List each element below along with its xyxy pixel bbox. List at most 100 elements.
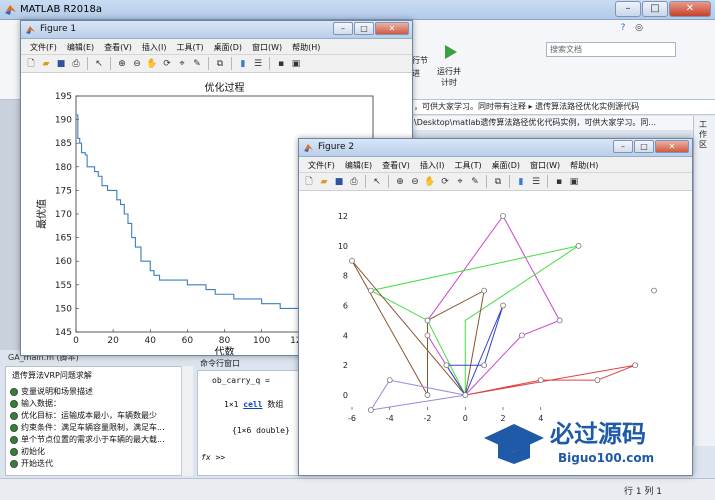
cmd-line-3: {1×6 double} (232, 426, 290, 435)
pan-icon[interactable]: ✋ (146, 58, 158, 70)
help-icon[interactable]: ? (617, 22, 629, 34)
brush-icon[interactable]: ✎ (191, 58, 203, 70)
list-item[interactable]: 输入数据： (6, 398, 192, 410)
hide-tools-icon[interactable]: ▪ (275, 58, 287, 70)
menu-view[interactable]: 查看(V) (99, 39, 137, 54)
pointer-icon[interactable]: ↖ (371, 176, 383, 188)
figure-1-menubar: 文件(F) 编辑(E) 查看(V) 插入(I) 工具(T) 桌面(D) 窗口(W… (21, 39, 412, 55)
menu-view[interactable]: 查看(V) (377, 157, 415, 172)
menu-window[interactable]: 窗口(W) (525, 157, 565, 172)
menu-edit[interactable]: 编辑(E) (62, 39, 99, 54)
details-panel: 遗传算法VRP问题求解 变量说明和场景描述 输入数据： 优化目标：运输成本最小，… (5, 366, 193, 476)
rotate-icon[interactable]: ⟳ (161, 58, 173, 70)
brush-icon[interactable]: ✎ (469, 176, 481, 188)
pointer-icon[interactable]: ↖ (93, 58, 105, 70)
cell-link[interactable]: cell (243, 400, 262, 409)
hide-tools-icon[interactable]: ▪ (553, 176, 565, 188)
run-and-time-icon[interactable] (440, 42, 460, 62)
command-window-header: 命令行窗口 (200, 359, 240, 368)
menu-tools[interactable]: 工具(T) (171, 39, 208, 54)
show-tools-icon[interactable]: ▣ (290, 58, 302, 70)
show-tools-icon[interactable]: ▣ (568, 176, 580, 188)
colorbar-icon[interactable]: ▮ (237, 58, 249, 70)
save-icon[interactable]: ■ (55, 58, 67, 70)
menu-file[interactable]: 文件(F) (25, 39, 62, 54)
node-point (462, 392, 469, 398)
watermark-title: 必过源码 (550, 420, 646, 448)
list-item[interactable]: 变量说明和场景描述 (6, 386, 192, 398)
search-docs-input[interactable]: 搜索文档 (546, 42, 676, 57)
legend-icon[interactable]: ☰ (530, 176, 542, 188)
print-icon[interactable]: ⎙ (70, 58, 82, 70)
figure-2-title-bar[interactable]: Figure 2 – □ ✕ (299, 139, 692, 157)
link-plot-icon[interactable]: ⧉ (492, 176, 504, 188)
fig2-maximize-button[interactable]: □ (634, 140, 654, 153)
current-folder-path[interactable]: \Desktop\matlab遗传算法路径优化代码实例，可供大家学习。同... (410, 116, 710, 130)
y-tick-label: 155 (55, 281, 72, 291)
details-scrollbar[interactable] (181, 366, 193, 476)
fig1-minimize-button[interactable]: – (333, 22, 353, 35)
zoom-out-icon[interactable]: ⊖ (131, 58, 143, 70)
figure-1-title-bar[interactable]: Figure 1 – □ ✕ (21, 21, 412, 39)
run-time-label-2[interactable]: 计时 (441, 77, 457, 88)
pan-icon[interactable]: ✋ (424, 176, 436, 188)
zoom-out-icon[interactable]: ⊖ (409, 176, 421, 188)
menu-help[interactable]: 帮助(H) (565, 157, 603, 172)
save-icon[interactable]: ■ (333, 176, 345, 188)
community-icon[interactable]: ◎ (633, 22, 645, 34)
y-tick-label: 4 (343, 331, 348, 340)
menu-help[interactable]: 帮助(H) (287, 39, 325, 54)
cmd-line-1: ob_carry_q = (212, 376, 270, 385)
new-file-icon[interactable]: 🗋 (303, 176, 315, 188)
menu-insert[interactable]: 插入(I) (137, 39, 172, 54)
minimize-button[interactable]: – (615, 1, 641, 17)
list-item[interactable]: 初始化 (6, 446, 192, 458)
open-folder-icon[interactable]: ▰ (318, 176, 330, 188)
list-item[interactable]: 优化目标：运输成本最小，车辆数最少 (6, 410, 192, 422)
node-point (424, 332, 431, 339)
node-point (500, 213, 506, 219)
y-tick-label: 170 (55, 210, 72, 220)
list-item[interactable]: 约束条件：满足车辆容量限制，满足车... (6, 422, 192, 434)
open-folder-icon[interactable]: ▰ (40, 58, 52, 70)
legend-icon[interactable]: ☰ (252, 58, 264, 70)
rotate-icon[interactable]: ⟳ (439, 176, 451, 188)
menu-tools[interactable]: 工具(T) (449, 157, 486, 172)
ribbon-label-advance[interactable]: 进 (412, 68, 420, 79)
section-icon (10, 412, 18, 420)
menu-window[interactable]: 窗口(W) (247, 39, 287, 54)
fig2-close-button[interactable]: ✕ (655, 140, 689, 153)
x-tick-label: -6 (348, 414, 356, 423)
new-file-icon[interactable]: 🗋 (25, 58, 37, 70)
path-breadcrumb[interactable]: ，可供大家学习。同时带有注释 ▸ 遗传算法路径优化实例源代码 (410, 100, 715, 115)
menu-file[interactable]: 文件(F) (303, 157, 340, 172)
link-plot-icon[interactable]: ⧉ (214, 58, 226, 70)
run-time-label[interactable]: 运行并 (437, 66, 461, 77)
y-tick-label: 0 (343, 391, 348, 400)
menu-desktop[interactable]: 桌面(D) (487, 157, 525, 172)
close-button[interactable]: ✕ (669, 1, 711, 17)
fig2-minimize-button[interactable]: – (613, 140, 633, 153)
colorbar-icon[interactable]: ▮ (515, 176, 527, 188)
list-item[interactable]: 单个节点位置的需求小于车辆的最大载... (6, 434, 192, 446)
menu-insert[interactable]: 插入(I) (415, 157, 450, 172)
node-point (443, 362, 450, 369)
route-line-1 (427, 215, 561, 396)
fig1-close-button[interactable]: ✕ (375, 22, 409, 35)
zoom-in-icon[interactable]: ⊕ (394, 176, 406, 188)
maximize-button[interactable]: □ (642, 1, 668, 17)
zoom-in-icon[interactable]: ⊕ (116, 58, 128, 70)
print-icon[interactable]: ⎙ (348, 176, 360, 188)
menu-desktop[interactable]: 桌面(D) (209, 39, 247, 54)
data-cursor-icon[interactable]: ⌖ (454, 176, 466, 188)
ribbon-label-line[interactable]: 行节 (412, 55, 428, 66)
cmd-prompt[interactable]: fx >> (201, 453, 225, 462)
y-tick-label: 6 (343, 302, 348, 311)
workspace-sidebar[interactable]: 工作区 (693, 116, 715, 446)
node-point (367, 407, 374, 413)
command-window[interactable]: ob_carry_q = 1×1 cell 数组 {1×6 double} fx… (197, 370, 302, 476)
data-cursor-icon[interactable]: ⌖ (176, 58, 188, 70)
list-item[interactable]: 开始迭代 (6, 458, 192, 470)
menu-edit[interactable]: 编辑(E) (340, 157, 377, 172)
fig1-maximize-button[interactable]: □ (354, 22, 374, 35)
